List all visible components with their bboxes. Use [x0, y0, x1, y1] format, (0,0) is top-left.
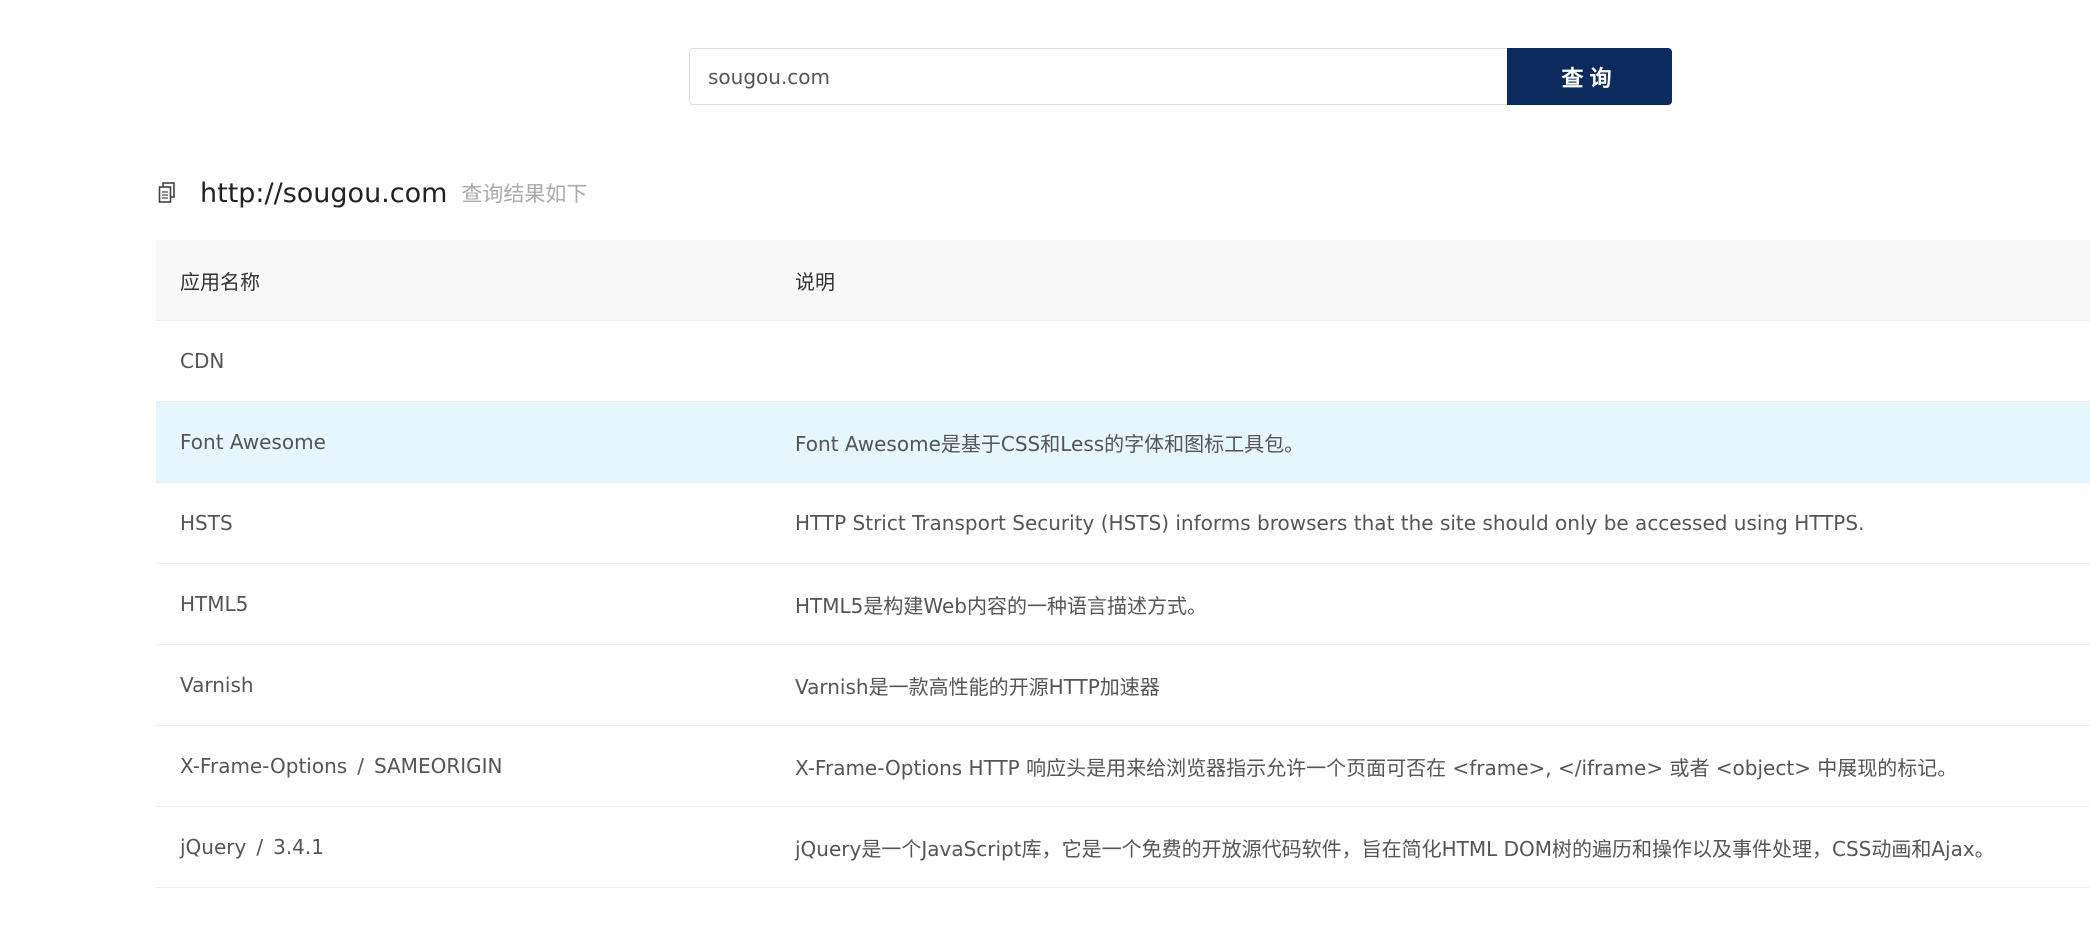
- app-name: Varnish: [180, 673, 254, 697]
- description-cell: jQuery是一个JavaScript库，它是一个免费的开放源代码软件，旨在简化…: [771, 806, 2090, 888]
- search-button[interactable]: 查询: [1507, 48, 1672, 105]
- app-name: jQuery: [180, 835, 247, 859]
- result-header: http://sougou.com 查询结果如下: [158, 173, 587, 213]
- description-cell: [771, 320, 2090, 402]
- column-header-app-name: 应用名称: [156, 240, 771, 321]
- app-name-cell: jQuery / 3.4.1: [156, 806, 771, 888]
- app-name: HTML5: [180, 592, 249, 616]
- version-separator: /: [357, 754, 364, 778]
- description-cell: Font Awesome是基于CSS和Less的字体和图标工具包。: [771, 401, 2090, 483]
- result-hint: 查询结果如下: [461, 182, 588, 206]
- app-name-cell: HTML5: [156, 563, 771, 645]
- result-table: 应用名称 说明 CDN Font Awesome Font Awesome是基于…: [156, 240, 2090, 888]
- result-url: http://sougou.com: [200, 177, 448, 209]
- description-cell: Varnish是一款高性能的开源HTTP加速器: [771, 644, 2090, 726]
- table-row[interactable]: CDN: [156, 320, 2090, 402]
- copy-icon[interactable]: [158, 182, 176, 204]
- app-name-cell: Varnish: [156, 644, 771, 726]
- description-cell: HTTP Strict Transport Security (HSTS) in…: [771, 482, 2090, 564]
- app-name: CDN: [180, 349, 225, 373]
- table-row[interactable]: jQuery / 3.4.1 jQuery是一个JavaScript库，它是一个免费…: [156, 806, 2090, 888]
- version-separator: /: [256, 835, 264, 859]
- description-cell: X-Frame-Options HTTP 响应头是用来给浏览器指示允许一个页面可…: [771, 725, 2090, 807]
- description-cell: HTML5是构建Web内容的一种语言描述方式。: [771, 563, 2090, 645]
- table-row[interactable]: HTML5 HTML5是构建Web内容的一种语言描述方式。: [156, 563, 2090, 645]
- table-row[interactable]: Varnish Varnish是一款高性能的开源HTTP加速器: [156, 644, 2090, 726]
- app-name-cell: CDN: [156, 320, 771, 402]
- app-name: HSTS: [180, 511, 233, 535]
- page: 查询 http://sougou.com 查询结果如下 应用名称 说明: [0, 0, 2090, 928]
- app-name: Font Awesome: [180, 430, 326, 454]
- column-header-description: 说明: [771, 240, 2090, 321]
- table-row-highlighted[interactable]: Font Awesome Font Awesome是基于CSS和Less的字体和…: [156, 401, 2090, 483]
- table-row[interactable]: HSTS HTTP Strict Transport Security (HST…: [156, 482, 2090, 564]
- app-version: SAMEORIGIN: [373, 754, 503, 778]
- app-name: X-Frame-Options: [180, 754, 348, 778]
- app-name-cell: HSTS: [156, 482, 771, 564]
- app-version: 3.4.1: [273, 835, 324, 859]
- table-header-row: 应用名称 说明: [156, 240, 2090, 321]
- table-row[interactable]: X-Frame-Options / SAMEORIGIN X-Frame-Optio…: [156, 725, 2090, 807]
- search-bar: 查询: [689, 48, 1672, 105]
- search-input[interactable]: [689, 48, 1507, 105]
- table-body: CDN Font Awesome Font Awesome是基于CSS和Less…: [156, 320, 2090, 888]
- app-name-cell: X-Frame-Options / SAMEORIGIN: [156, 725, 771, 807]
- app-name-cell: Font Awesome: [156, 401, 771, 483]
- table-header: 应用名称 说明: [156, 240, 2090, 321]
